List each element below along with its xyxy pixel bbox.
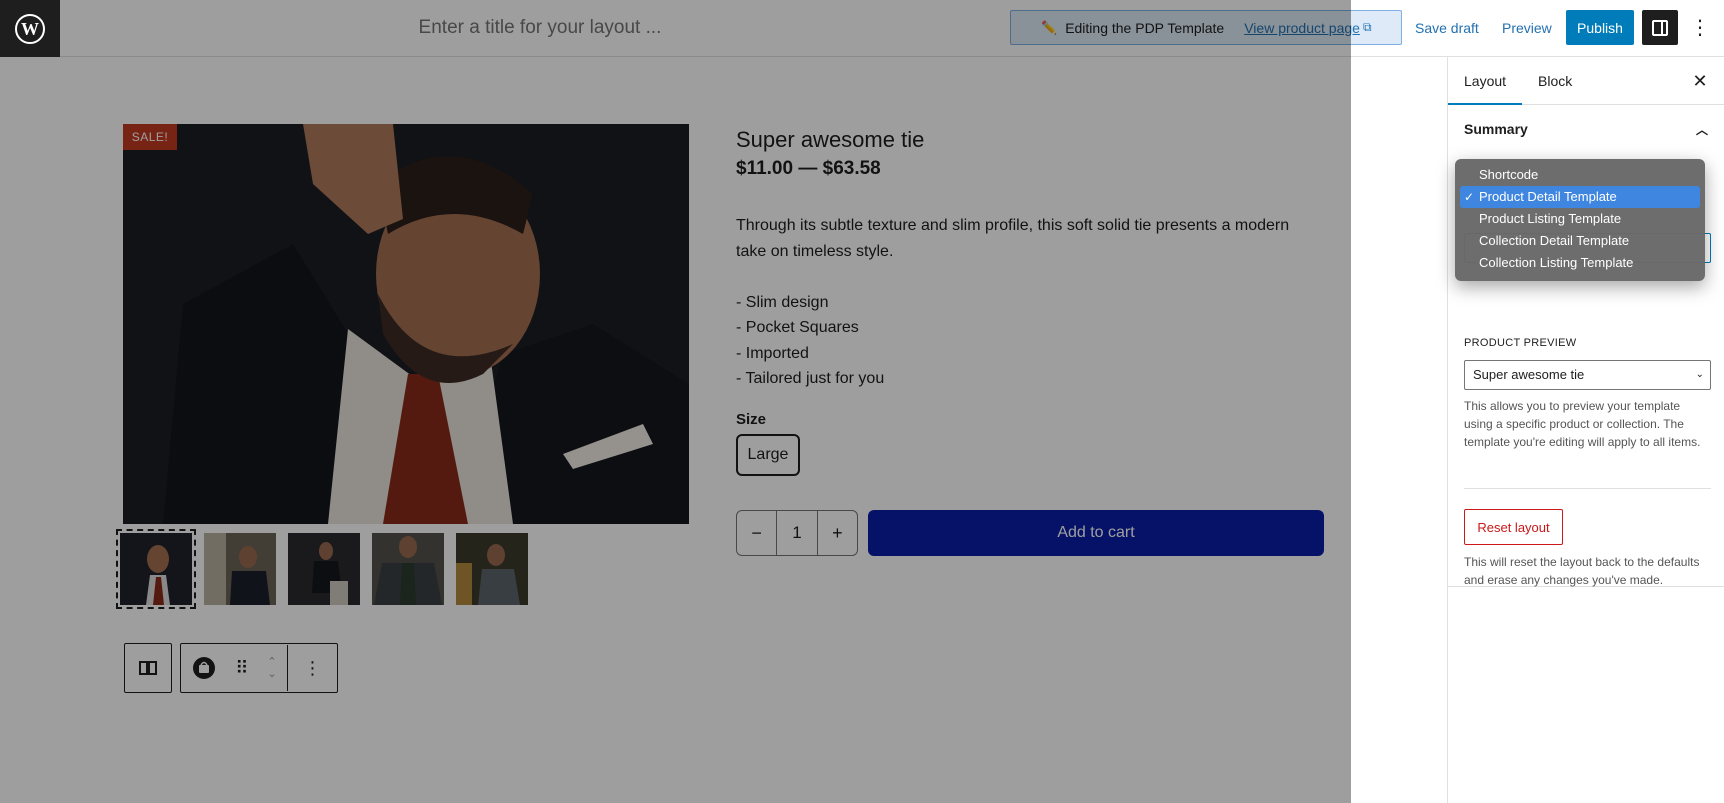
preview-help-text: This allows you to preview your template… bbox=[1464, 399, 1701, 449]
block-toolbar: ⠿ ⌃ ⌄ ⋮ bbox=[124, 643, 338, 693]
external-link-icon: ⧉ bbox=[1362, 20, 1372, 34]
checkmark-icon: ✓ bbox=[1464, 190, 1475, 204]
layout-title-input[interactable] bbox=[300, 12, 780, 44]
columns-icon[interactable] bbox=[125, 645, 171, 691]
close-icon[interactable]: ✕ bbox=[1688, 69, 1712, 93]
sale-badge: SALE! bbox=[123, 124, 177, 150]
option-label: Product Detail Template bbox=[1479, 189, 1617, 204]
sidebar-panel-icon bbox=[1652, 19, 1668, 36]
block-options-icon[interactable]: ⋮ bbox=[287, 645, 337, 691]
size-label: Size bbox=[736, 411, 767, 428]
chevron-up-icon: ︿ bbox=[1695, 122, 1708, 137]
summary-panel-header[interactable]: Summary ︿ bbox=[1464, 105, 1708, 153]
publish-button[interactable]: Publish bbox=[1566, 10, 1634, 45]
product-preview-select[interactable]: Super awesome tie ⌄ bbox=[1464, 360, 1711, 390]
wordpress-logo-icon[interactable]: W bbox=[0, 0, 60, 57]
pencil-icon: ✏️ bbox=[1041, 19, 1058, 35]
option-product-listing-template[interactable]: Product Listing Template bbox=[1460, 208, 1700, 230]
product-preview-label: PRODUCT PREVIEW bbox=[1464, 337, 1577, 349]
tab-block[interactable]: Block bbox=[1522, 57, 1588, 105]
option-label: Collection Listing Template bbox=[1479, 255, 1634, 270]
option-label: Product Listing Template bbox=[1479, 211, 1622, 226]
qty-value[interactable]: 1 bbox=[776, 511, 818, 555]
option-shortcode[interactable]: Shortcode bbox=[1460, 164, 1700, 186]
product-thumbnails bbox=[116, 529, 528, 609]
block-actions-group: ⠿ ⌃ ⌄ ⋮ bbox=[180, 643, 338, 693]
editing-template-banner: ✏️ Editing the PDP Template View product… bbox=[1010, 10, 1402, 45]
product-main-image[interactable] bbox=[123, 124, 689, 524]
thumbnail-2[interactable] bbox=[204, 533, 276, 605]
thumbnail-5[interactable] bbox=[456, 533, 528, 605]
thumbnail-3[interactable] bbox=[288, 533, 360, 605]
summary-title: Summary bbox=[1464, 121, 1528, 137]
editor-canvas: SALE! ⠿ ⌃ ⌄ ⋮ Super awesome tie $11.00 —… bbox=[0, 57, 1448, 803]
qty-decrease-button[interactable]: − bbox=[737, 511, 776, 555]
option-label: Collection Detail Template bbox=[1479, 233, 1630, 248]
option-product-detail-template[interactable]: ✓ Product Detail Template bbox=[1460, 186, 1700, 208]
sidebar-tabs: Layout Block ✕ bbox=[1448, 57, 1724, 105]
divider bbox=[1464, 488, 1711, 489]
parent-block-group bbox=[124, 643, 172, 693]
quantity-stepper: − 1 + bbox=[736, 510, 858, 556]
add-to-cart-button[interactable]: Add to cart bbox=[868, 510, 1324, 556]
product-title: Super awesome tie bbox=[736, 127, 925, 152]
save-draft-button[interactable]: Save draft bbox=[1415, 14, 1479, 42]
preview-button[interactable]: Preview bbox=[1502, 14, 1552, 42]
editor-header: W ✏️ Editing the PDP Template View produ… bbox=[0, 0, 1724, 57]
reset-layout-button[interactable]: Reset layout bbox=[1464, 509, 1563, 545]
view-product-page-link[interactable]: View product page bbox=[1244, 20, 1360, 36]
more-options-icon[interactable]: ⋮ bbox=[1688, 12, 1712, 44]
settings-sidebar-toggle[interactable] bbox=[1642, 10, 1678, 45]
option-label: Shortcode bbox=[1479, 167, 1539, 182]
thumbnail-4[interactable] bbox=[372, 533, 444, 605]
size-option-large[interactable]: Large bbox=[736, 434, 800, 476]
drag-handle-icon[interactable]: ⠿ bbox=[227, 645, 257, 691]
qty-increase-button[interactable]: + bbox=[818, 511, 857, 555]
svg-text:W: W bbox=[21, 19, 39, 39]
chevron-down-icon: ⌄ bbox=[1695, 369, 1704, 380]
product-block-icon[interactable] bbox=[181, 645, 227, 691]
option-collection-detail-template[interactable]: Collection Detail Template bbox=[1460, 230, 1700, 252]
option-collection-listing-template[interactable]: Collection Listing Template bbox=[1460, 252, 1700, 274]
tab-layout[interactable]: Layout bbox=[1448, 57, 1522, 105]
reset-help-text: This will reset the layout back to the d… bbox=[1464, 555, 1700, 587]
product-price: $11.00 — $63.58 bbox=[736, 158, 881, 179]
editing-label: Editing the PDP Template bbox=[1065, 19, 1225, 36]
thumbnail-1[interactable] bbox=[116, 529, 196, 609]
move-up-down-icon[interactable]: ⌃ ⌄ bbox=[257, 645, 287, 691]
product-preview-value: Super awesome tie bbox=[1473, 367, 1585, 382]
template-type-dropdown: Shortcode ✓ Product Detail Template Prod… bbox=[1455, 159, 1705, 281]
product-description: Through its subtle texture and slim prof… bbox=[736, 217, 1290, 387]
